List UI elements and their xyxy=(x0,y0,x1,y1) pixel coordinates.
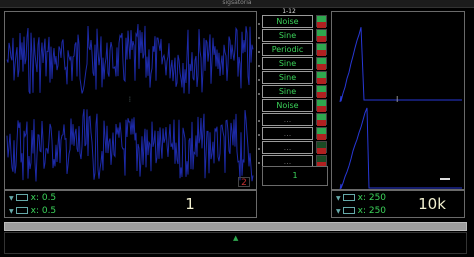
slot-generator-button[interactable]: Sine xyxy=(262,57,313,70)
toggle-off-segment xyxy=(317,106,326,112)
spectrum-marker xyxy=(440,178,450,180)
slot-generator-button[interactable]: Periodic xyxy=(262,43,313,56)
toggle-off-segment xyxy=(317,148,326,154)
position-marker-icon[interactable]: ▲ xyxy=(233,234,238,242)
toggle-off-segment xyxy=(317,78,326,84)
toggle-off-segment xyxy=(317,64,326,70)
cursor-icon: I xyxy=(396,95,399,104)
bottom-area: ▲ xyxy=(4,232,467,254)
channel-marker: 2 xyxy=(238,177,250,188)
middle-control-panel: 1 xyxy=(262,166,328,186)
slot-row: ... xyxy=(262,127,330,140)
slot-row: Sine xyxy=(262,29,330,42)
slot-dot xyxy=(258,93,260,95)
channel-range-label: 1-12 xyxy=(282,8,296,15)
horizontal-scrollbar[interactable] xyxy=(4,222,467,231)
waveform-trace-bottom xyxy=(6,109,254,182)
slot-generator-button[interactable]: Sine xyxy=(262,29,313,42)
slot-dot xyxy=(258,23,260,25)
spectrum-trace-top xyxy=(339,27,462,103)
slot-row: Sine xyxy=(262,85,330,98)
toggle-off-segment xyxy=(317,50,326,56)
slider-box-icon xyxy=(342,194,355,201)
freq-scale-top-value: x: 250 xyxy=(357,193,387,203)
slot-generator-button[interactable]: Noise xyxy=(262,99,313,112)
slot-dot-column xyxy=(257,16,261,176)
slot-dot xyxy=(258,37,260,39)
slot-dot xyxy=(258,79,260,81)
arrow-icon: ▼ xyxy=(336,208,341,215)
slot-generator-button[interactable]: ... xyxy=(262,113,313,126)
slot-toggle-button[interactable] xyxy=(316,71,327,84)
right-big-value: 10k xyxy=(418,195,446,213)
slot-dot xyxy=(258,120,260,122)
slot-generator-button[interactable]: Noise xyxy=(262,15,313,28)
slot-toggle-button[interactable] xyxy=(316,15,327,28)
spectrum-panel[interactable]: I xyxy=(331,11,465,191)
slot-row: Noise xyxy=(262,15,330,28)
toggle-off-segment xyxy=(317,36,326,42)
middle-value: 1 xyxy=(292,171,298,180)
arrow-icon: ▼ xyxy=(336,195,341,202)
slot-toggle-button[interactable] xyxy=(316,85,327,98)
slot-dot xyxy=(258,65,260,67)
freq-scale-top[interactable]: ▼ x: 250 xyxy=(336,193,386,203)
slot-toggle-button[interactable] xyxy=(316,141,327,154)
freq-scale-bottom[interactable]: ▼ x: 250 xyxy=(336,206,386,216)
slot-toggle-button[interactable] xyxy=(316,127,327,140)
slot-list: Noise Sine Periodic Sine Sine Sine Noise......… xyxy=(262,15,330,182)
slot-toggle-button[interactable] xyxy=(316,99,327,112)
waveform-panel[interactable]: ⋮ 2 xyxy=(4,11,257,190)
left-control-panel: ▼ x: 0.5 ▼ x: 0.5 1 xyxy=(4,190,257,218)
slider-box-icon xyxy=(15,207,28,214)
slot-row: ... xyxy=(262,141,330,154)
split-handle[interactable]: ⋮ xyxy=(127,96,133,103)
slot-dot xyxy=(258,148,260,150)
slider-box-icon xyxy=(15,194,28,201)
toggle-off-segment xyxy=(317,134,326,140)
slot-generator-button[interactable]: ... xyxy=(262,141,313,154)
left-big-value: 1 xyxy=(185,195,195,213)
slot-row: ... xyxy=(262,113,330,126)
spectrum-trace-bottom xyxy=(339,107,462,191)
slot-toggle-button[interactable] xyxy=(316,57,327,70)
slot-dot xyxy=(258,162,260,164)
title-bar: sigsatoria xyxy=(0,0,474,8)
slot-row: Sine xyxy=(262,57,330,70)
slot-toggle-button[interactable] xyxy=(316,43,327,56)
toggle-off-segment xyxy=(317,92,326,98)
window-title: sigsatoria xyxy=(222,0,252,6)
arrow-icon: ▼ xyxy=(9,195,14,202)
waveform-trace-top xyxy=(6,24,254,94)
slot-dot xyxy=(258,134,260,136)
slot-generator-button[interactable]: Sine xyxy=(262,85,313,98)
slot-row: Noise xyxy=(262,99,330,112)
x-scale-top-value: x: 0.5 xyxy=(30,193,57,203)
freq-scale-bottom-value: x: 250 xyxy=(357,206,387,216)
slot-toggle-button[interactable] xyxy=(316,113,327,126)
x-scale-bottom[interactable]: ▼ x: 0.5 xyxy=(9,206,56,216)
x-scale-bottom-value: x: 0.5 xyxy=(30,206,57,216)
slider-box-icon xyxy=(342,207,355,214)
toggle-off-segment xyxy=(317,120,326,126)
toggle-off-segment xyxy=(317,22,326,28)
slot-generator-button[interactable]: ... xyxy=(262,127,313,140)
arrow-icon: ▼ xyxy=(9,208,14,215)
x-scale-top[interactable]: ▼ x: 0.5 xyxy=(9,193,56,203)
slot-toggle-button[interactable] xyxy=(316,29,327,42)
slot-row: Periodic xyxy=(262,43,330,56)
slot-row: Sine xyxy=(262,71,330,84)
slot-dot xyxy=(258,51,260,53)
right-control-panel: ▼ x: 250 ▼ x: 250 10k xyxy=(331,190,465,218)
slot-generator-button[interactable]: Sine xyxy=(262,71,313,84)
